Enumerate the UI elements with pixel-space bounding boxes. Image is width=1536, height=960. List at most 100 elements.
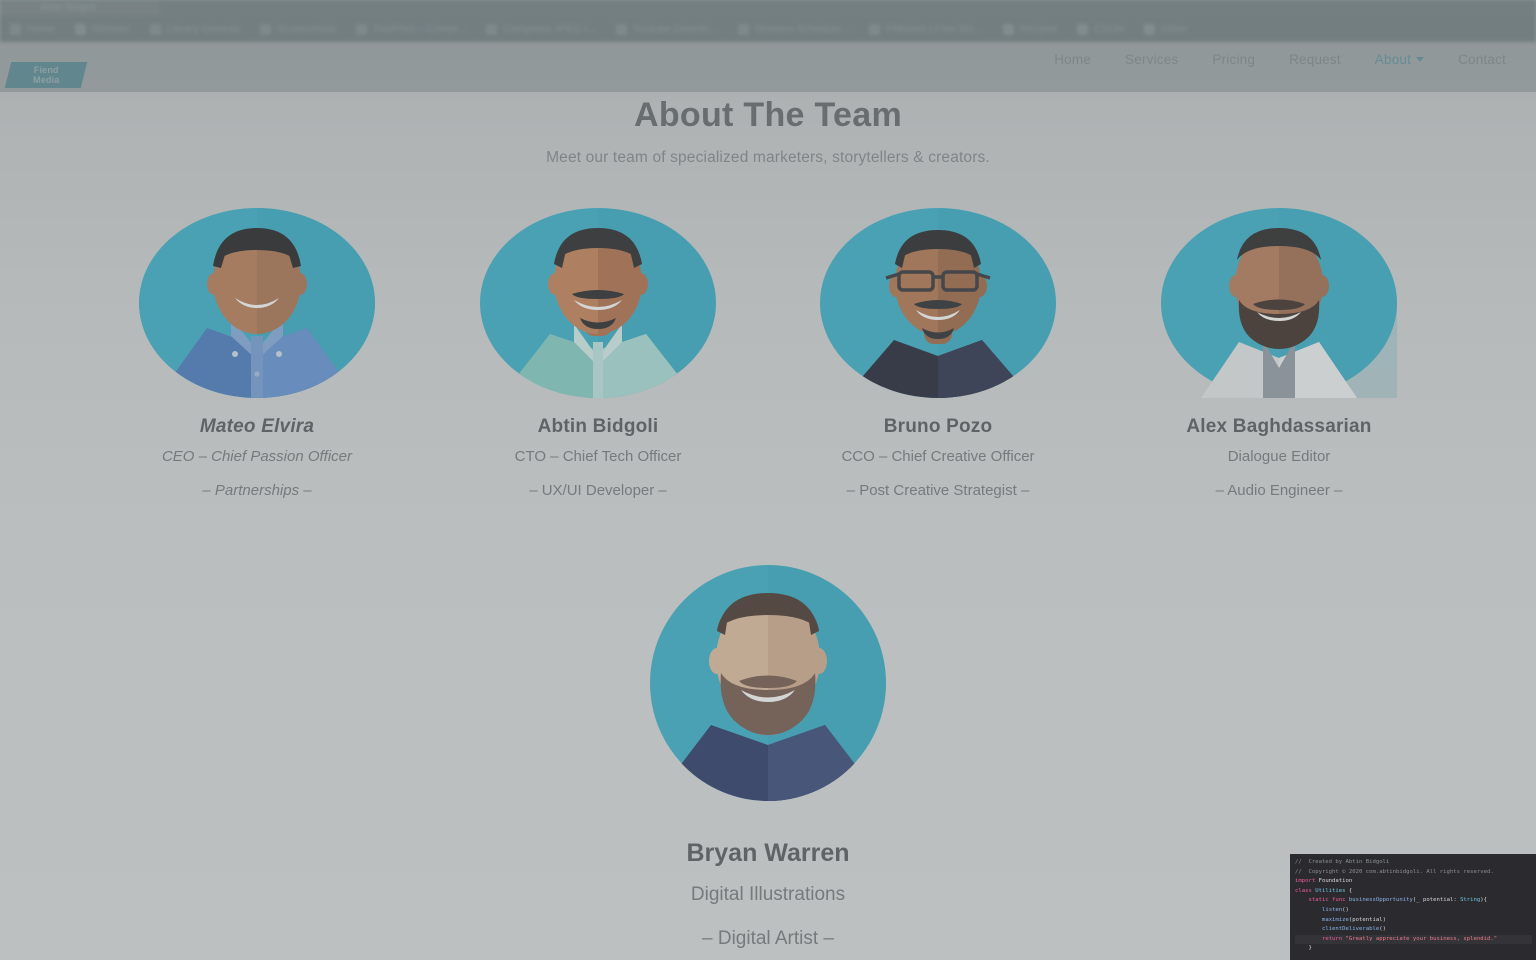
code-token: _ potential bbox=[1416, 897, 1454, 904]
code-line: static func businessOpportunity(_ potent… bbox=[1295, 896, 1532, 906]
bookmark-label: CSUN bbox=[1094, 23, 1125, 35]
bookmark-item[interactable]: Website bbox=[65, 23, 140, 35]
nav-item-about[interactable]: About bbox=[1374, 52, 1425, 67]
avatar-bruno-wrap bbox=[780, 198, 1096, 398]
bookmark-item[interactable]: TinyPNG – Compr... bbox=[346, 23, 477, 35]
bookmarks-bar[interactable]: Home Website Library Genesis Screenshots Tin… bbox=[0, 16, 1536, 42]
nav-item-label: Services bbox=[1125, 52, 1179, 67]
bookmark-item[interactable]: Youtube Downlo... bbox=[606, 23, 728, 35]
code-line: // Copyright © 2020 com.abtinbidgoli. Al… bbox=[1295, 868, 1532, 878]
code-token: Utilities bbox=[1315, 887, 1349, 894]
code-line: } bbox=[1295, 944, 1532, 954]
avatar-bryan-wrap bbox=[0, 545, 1536, 801]
main-navigation[interactable]: Home Services Pricing Request About Contact bbox=[1054, 52, 1506, 67]
team-member-specialty: – Partnerships – bbox=[202, 482, 312, 499]
team-member-card: Bruno Pozo CCO – Chief Creative Officer – … bbox=[780, 198, 1096, 499]
code-token: String bbox=[1460, 897, 1481, 904]
bookmark-item[interactable]: Compress JPEG I... bbox=[476, 23, 606, 35]
browser-tab-label: Abtin Bidgoli bbox=[40, 2, 96, 13]
team-member-role: CTO – Chief Tech Officer bbox=[514, 448, 682, 465]
code-token: // Created by Abtin Bidgoli bbox=[1295, 859, 1390, 865]
code-token: ){ bbox=[1480, 897, 1488, 904]
calendar-icon bbox=[737, 23, 749, 35]
bookmark-item[interactable]: Library Genesis bbox=[140, 23, 251, 35]
code-token: () bbox=[1379, 926, 1386, 933]
logo-line-1: Fiend bbox=[33, 65, 59, 75]
image-icon bbox=[486, 23, 498, 35]
code-token: () bbox=[1342, 906, 1349, 913]
nav-item-home[interactable]: Home bbox=[1054, 52, 1091, 67]
avatar-bruno bbox=[820, 208, 1056, 398]
bookmark-label: Recipes bbox=[1019, 23, 1058, 35]
nav-item-label: About bbox=[1374, 52, 1412, 67]
code-token: return bbox=[1321, 935, 1346, 942]
bookmark-label: Other bbox=[1161, 23, 1188, 35]
nav-item-label: Request bbox=[1289, 52, 1341, 67]
team-member-name: Mateo Elvira bbox=[199, 416, 315, 437]
code-line: listen() bbox=[1295, 906, 1532, 916]
youtube-icon bbox=[616, 23, 628, 35]
team-member-card: Alex Baghdassarian Dialogue Editor – Audio… bbox=[1121, 198, 1437, 499]
bookmark-item[interactable]: Streams Schedule... bbox=[728, 23, 860, 35]
nav-item-request[interactable]: Request bbox=[1289, 52, 1341, 67]
browser-chrome: Abtin Bidgoli Home Website Library Genesis… bbox=[0, 0, 1536, 42]
code-token: class bbox=[1295, 887, 1316, 894]
avatar-mateo bbox=[139, 208, 375, 398]
code-token: businessOpportunity bbox=[1348, 897, 1413, 904]
code-line: import Foundation bbox=[1295, 877, 1532, 887]
nav-item-pricing[interactable]: Pricing bbox=[1212, 52, 1255, 67]
site-header: Fiend Media Home Services Pricing Request Ab… bbox=[0, 42, 1536, 92]
bookmark-label: Youtube Downlo... bbox=[633, 23, 718, 35]
bookmark-item[interactable]: Home bbox=[0, 23, 65, 35]
folder-icon bbox=[1144, 23, 1156, 35]
bookmark-item[interactable]: Screenshots bbox=[250, 23, 345, 35]
team-member-role: CCO – Chief Creative Officer bbox=[841, 448, 1035, 465]
chevron-down-icon bbox=[1416, 57, 1425, 62]
bookmark-item[interactable]: Other bbox=[1134, 23, 1197, 35]
code-token: "Greatly appreciate your business, splen… bbox=[1345, 935, 1498, 942]
camera-icon bbox=[260, 23, 272, 35]
code-line: return "Greatly appreciate your business… bbox=[1295, 934, 1532, 945]
folder-icon bbox=[75, 23, 87, 35]
nav-item-services[interactable]: Services bbox=[1125, 52, 1178, 67]
avatar-alex-wrap bbox=[1121, 198, 1437, 398]
code-line: maximize(potential) bbox=[1295, 916, 1532, 926]
code-token: { bbox=[1348, 887, 1353, 894]
nav-item-contact[interactable]: Contact bbox=[1458, 52, 1506, 67]
bookmark-label: Library Genesis bbox=[166, 23, 241, 35]
avatar-abtin-wrap bbox=[440, 198, 756, 398]
team-member-name: Alex Baghdassarian bbox=[1186, 416, 1372, 437]
code-token: // Copyright © 2020 com.abtinbidgoli. Al… bbox=[1295, 868, 1494, 875]
bookmark-label: Home bbox=[27, 23, 56, 35]
page-title: About The Team bbox=[633, 96, 902, 134]
bookmark-item[interactable]: Recipes bbox=[993, 23, 1068, 35]
bookmark-item[interactable]: FMovies | Free Mo... bbox=[859, 23, 992, 35]
film-icon bbox=[869, 23, 881, 35]
code-token: clientDeliverable bbox=[1321, 926, 1380, 933]
team-member-specialty: – Post Creative Strategist – bbox=[846, 482, 1030, 499]
page-subtitle: Meet our team of specialized marketers, … bbox=[546, 149, 990, 166]
bookmark-label: Streams Schedule... bbox=[754, 23, 850, 35]
team-member-card: Abtin Bidgoli CTO – Chief Tech Officer – U… bbox=[440, 198, 756, 499]
bookmark-label: Website bbox=[92, 23, 130, 35]
code-line: // Created by Abtin Bidgoli bbox=[1295, 858, 1532, 868]
browser-tabstrip[interactable]: Abtin Bidgoli bbox=[0, 0, 1536, 16]
code-token: static func bbox=[1295, 897, 1349, 904]
code-token: } bbox=[1295, 945, 1312, 952]
section-heading: About The Team Meet our team of speciali… bbox=[0, 96, 1536, 167]
avatar-alex bbox=[1161, 208, 1397, 398]
team-member-name: Bruno Pozo bbox=[883, 416, 993, 437]
avatar-abtin bbox=[480, 208, 716, 398]
code-token: (potential) bbox=[1348, 916, 1386, 923]
site-logo[interactable]: Fiend Media bbox=[4, 62, 88, 88]
team-grid: Mateo Elvira CEO – Chief Passion Officer –… bbox=[0, 198, 1536, 499]
bookmark-item[interactable]: CSUN bbox=[1067, 23, 1134, 35]
nav-item-label: Contact bbox=[1458, 52, 1506, 67]
nav-item-label: Home bbox=[1054, 52, 1092, 67]
code-token: listen bbox=[1321, 906, 1343, 913]
book-icon bbox=[149, 23, 161, 35]
